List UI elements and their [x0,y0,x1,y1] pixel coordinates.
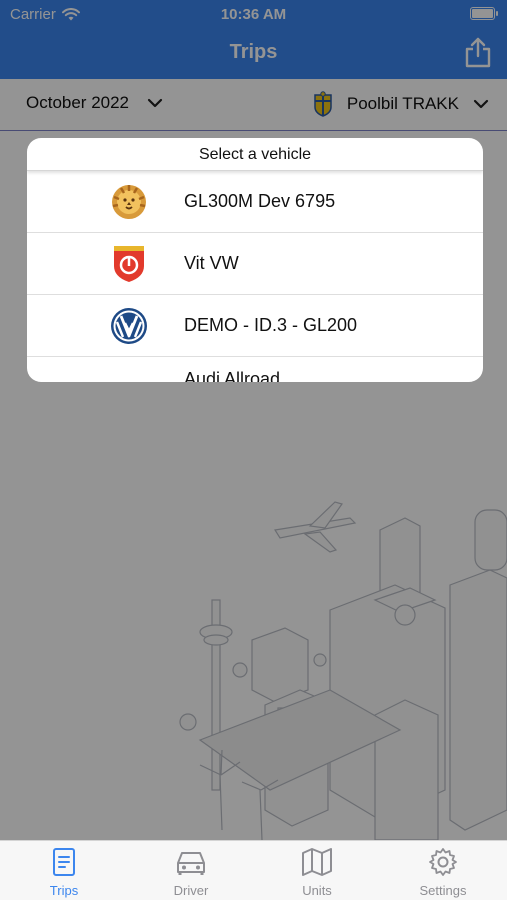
map-icon [302,848,332,876]
tab-label: Units [302,883,332,898]
vehicle-picker-modal: Select a vehicle GL300M Dev 6795 Vit VW [27,138,483,382]
vehicle-option[interactable]: Audi Allroad [27,357,483,382]
tab-units[interactable]: Units [267,847,367,898]
tab-settings[interactable]: Settings [393,847,493,898]
car-icon [177,852,205,875]
vehicle-option[interactable]: GL300M Dev 6795 [27,171,483,233]
tab-trips[interactable]: Trips [14,847,114,898]
tab-driver[interactable]: Driver [141,847,241,898]
tab-label: Settings [419,883,467,898]
modal-backdrop[interactable] [0,0,507,840]
red-shield-logo-icon [114,246,144,282]
document-icon [53,848,75,876]
modal-title: Select a vehicle [27,138,483,171]
tab-bar: Trips Driver Units Settings [0,840,507,900]
vehicle-option-name: Vit VW [184,253,239,273]
gear-icon [429,848,457,876]
tab-label: Driver [173,883,209,898]
vehicle-option-name: Audi Allroad [184,369,281,382]
vehicle-option-name: GL300M Dev 6795 [184,191,336,211]
lion-logo-icon [112,185,146,219]
vehicle-option[interactable]: Vit VW [27,233,483,295]
vehicle-option[interactable]: DEMO - ID.3 - GL200 [27,295,483,357]
tab-label: Trips [49,883,79,898]
vehicle-option-name: DEMO - ID.3 - GL200 [184,315,358,335]
vw-logo-icon [111,308,147,344]
